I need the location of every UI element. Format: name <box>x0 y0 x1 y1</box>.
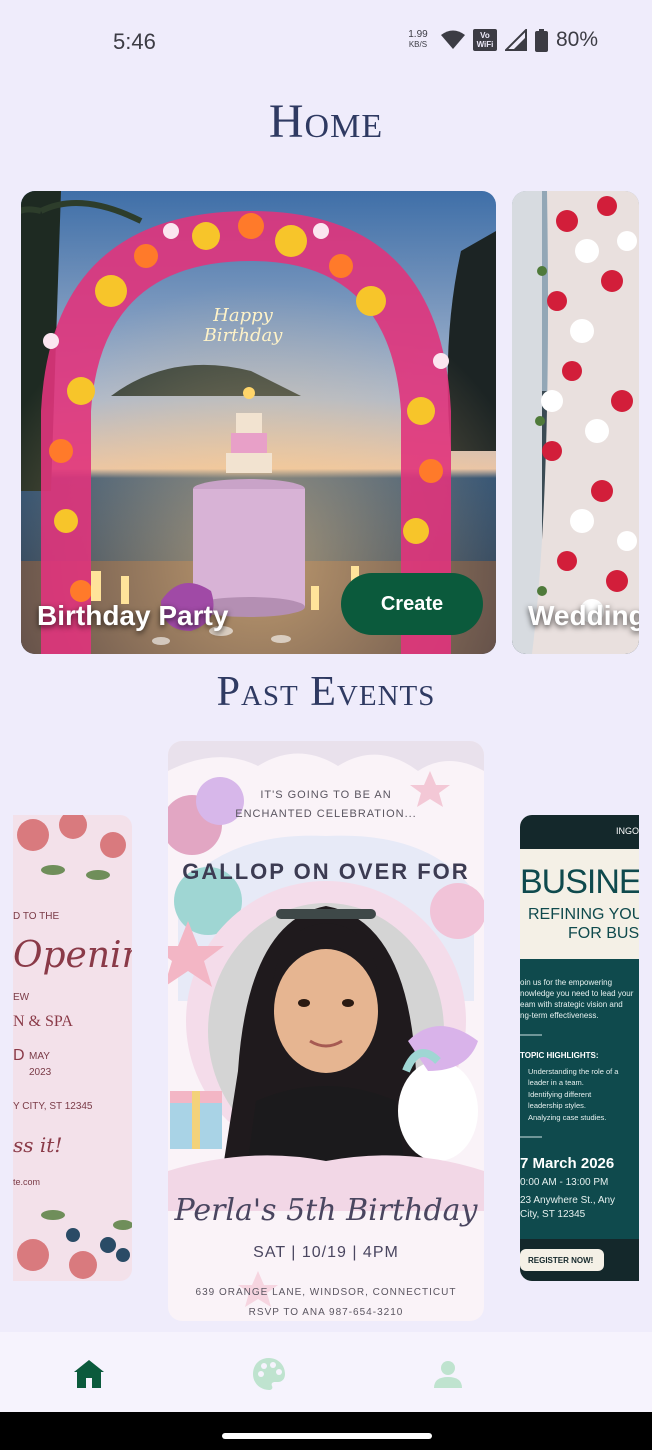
palette-icon <box>253 1358 285 1390</box>
perla-intro2: ENCHANTED CELEBRATION... <box>235 808 417 820</box>
bottom-nav <box>0 1332 652 1412</box>
business-brand: INGO <box>615 826 639 836</box>
vowifi-top: Vo <box>480 31 490 40</box>
perla-birthday-artwork <box>168 741 484 1321</box>
battery-percent: 80% <box>555 28 598 51</box>
past-event-business[interactable]: INGO BUSINES REFINING YOUR FOR BUSI oin … <box>520 815 639 1281</box>
past-event-spa-opening[interactable]: D TO THE Opening EW N & SPA D MAY 2023 Y… <box>13 815 132 1281</box>
business-body1: oin us for the empowering <box>520 978 613 987</box>
svg-text:Happy: Happy <box>212 305 273 326</box>
home-gesture-pill[interactable] <box>222 1433 432 1439</box>
system-navigation-bar <box>0 1412 652 1450</box>
status-icons: 1.99 KB/S Vo WiFi 80% <box>403 28 598 52</box>
spa-script: Opening <box>13 935 132 976</box>
birthday-party-label: Birthday Party <box>37 600 229 631</box>
business-headline: BUSINES <box>520 863 639 901</box>
past-events-title: Past Events <box>216 669 436 715</box>
perla-address: 639 ORANGE LANE, WINDSOR, CONNECTICUT <box>195 1287 457 1298</box>
network-speed-value: 1.99 <box>408 29 428 40</box>
battery-icon <box>534 28 548 52</box>
nav-palette[interactable] <box>249 1354 289 1394</box>
signal-icon <box>504 29 527 51</box>
person-icon <box>434 1361 462 1388</box>
spa-line4: D <box>13 1047 25 1064</box>
business-topic2b: leadership styles. <box>528 1101 586 1110</box>
wedding-label: Wedding <box>528 600 639 631</box>
home-icon <box>74 1360 104 1388</box>
vowifi-bottom: WiFi <box>476 40 494 49</box>
perla-name: Perla's 5th Birthday <box>174 1193 478 1228</box>
nav-home[interactable] <box>69 1354 109 1394</box>
perla-when: SAT | 10/19 | 4PM <box>253 1244 399 1261</box>
business-topic1a: Understanding the role of a <box>528 1067 619 1076</box>
nav-profile[interactable] <box>428 1354 468 1394</box>
spa-line3: N & SPA <box>13 1013 73 1030</box>
status-bar: 5:46 1.99 KB/S Vo WiFi 80% <box>0 0 652 84</box>
wifi-icon <box>440 30 465 49</box>
spa-opening-artwork <box>13 815 132 1281</box>
vowifi-icon: Vo WiFi <box>472 29 497 51</box>
business-topic1b: leader in a team. <box>528 1078 584 1087</box>
home-title: Home <box>268 95 384 148</box>
business-body4: ng-term effectiveness. <box>520 1011 599 1020</box>
wedding-card[interactable]: Wedding <box>512 191 639 654</box>
business-register-button: REGISTER NOW! <box>528 1256 594 1265</box>
spa-tagline: ss it! <box>13 1133 63 1157</box>
business-topic2a: Identifying different <box>528 1090 592 1099</box>
spa-web: te.com <box>13 1177 41 1187</box>
perla-intro1: IT'S GOING TO BE AN <box>260 789 392 801</box>
network-speed: 1.99 KB/S <box>403 30 433 50</box>
business-sub1: REFINING YOUR <box>528 906 639 923</box>
business-body3: eam with strategic vision and <box>520 1000 623 1009</box>
spa-year: 2023 <box>29 1067 52 1078</box>
birthday-party-card[interactable]: Happy Birthday Birthday Party Create <box>21 191 496 654</box>
business-body2: nowledge you need to lead your <box>520 989 634 998</box>
business-addr1: 23 Anywhere St., Any <box>520 1195 616 1206</box>
business-topics-title: TOPIC HIGHLIGHTS: <box>520 1051 599 1060</box>
business-date: 7 March 2026 <box>520 1155 615 1172</box>
create-button[interactable]: Create <box>341 573 483 635</box>
spa-line2: EW <box>13 992 30 1003</box>
wedding-image <box>512 191 639 654</box>
perla-arc-text: GALLOP ON OVER FOR <box>182 859 470 884</box>
status-time: 5:46 <box>113 29 156 54</box>
svg-text:Birthday: Birthday <box>203 325 284 346</box>
spa-line1: D TO THE <box>13 911 60 922</box>
business-addr2: City, ST 12345 <box>520 1209 586 1220</box>
business-time: 0:00 AM - 13:00 PM <box>520 1177 609 1188</box>
spa-month: MAY <box>29 1051 50 1062</box>
business-sub2: FOR BUSI <box>568 925 639 942</box>
perla-rsvp: RSVP TO ANA 987-654-3210 <box>248 1307 404 1318</box>
past-event-perla-birthday[interactable]: IT'S GOING TO BE AN ENCHANTED CELEBRATIO… <box>168 741 484 1321</box>
business-topic3: Analyzing case studies. <box>528 1113 607 1122</box>
network-speed-unit: KB/S <box>408 40 428 49</box>
spa-address: Y CITY, ST 12345 <box>13 1101 93 1112</box>
